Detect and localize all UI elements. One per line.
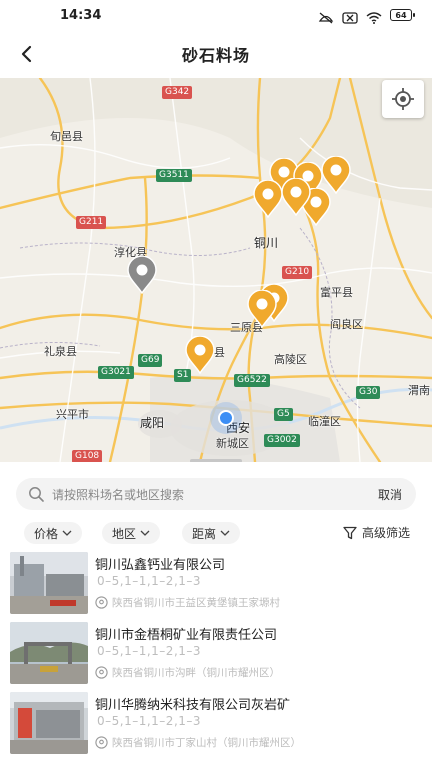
quarry-address: 陕西省铜川市王益区黄堡镇王家塬村 xyxy=(95,595,280,610)
road-shield: G211 xyxy=(76,216,107,229)
sim-off-icon xyxy=(342,9,358,24)
road-shield: G3511 xyxy=(156,169,192,182)
filter-label: 地区 xyxy=(112,526,137,541)
page-title: 砂石料场 xyxy=(181,46,250,65)
header: 砂石料场 xyxy=(0,30,432,78)
quarry-map-pin[interactable] xyxy=(246,290,278,328)
road-shield: G5 xyxy=(274,408,293,421)
location-icon xyxy=(95,596,108,609)
quarry-map-pin[interactable] xyxy=(280,178,312,216)
search-input[interactable]: 请按照料场名或地区搜索 xyxy=(52,486,184,503)
place-label: 富平县 xyxy=(320,286,353,299)
quarry-spec: 0–5,1–1,1–2,1–3 xyxy=(97,644,202,658)
address-text: 陕西省铜川市沟畔（铜川市耀州区） xyxy=(112,667,280,679)
place-label: 阎良区 xyxy=(330,318,363,331)
place-label: 高陵区 xyxy=(274,353,307,366)
current-location-marker xyxy=(218,410,234,426)
search-bar[interactable]: 请按照料场名或地区搜索 取消 xyxy=(16,478,416,510)
chevron-down-icon xyxy=(140,530,150,536)
road-shield: G3002 xyxy=(264,434,300,447)
results-sheet: 请按照料场名或地区搜索 取消 价格 地区 距离 高级筛选 铜川弘鑫钙业有限公司 … xyxy=(0,462,432,768)
advanced-filter-label: 高级筛选 xyxy=(361,526,410,540)
filter-funnel-icon xyxy=(343,526,357,539)
status-icons: 64 xyxy=(318,9,415,24)
place-label: 临潼区 xyxy=(308,415,341,428)
road-shield: G210 xyxy=(282,266,313,279)
location-icon xyxy=(95,666,108,679)
place-label: 旬邑县 xyxy=(50,130,83,143)
quarry-address: 陕西省铜川市丁家山村（铜川市耀州区） xyxy=(95,735,301,750)
filter-bar: 价格 地区 距离 高级筛选 xyxy=(0,522,432,544)
filter-label: 距离 xyxy=(192,526,217,541)
chevron-down-icon xyxy=(220,530,230,536)
filter-price[interactable]: 价格 xyxy=(24,522,83,544)
search-icon xyxy=(29,487,44,502)
quarry-spec: 0–5,1–1,1–2,1–3 xyxy=(97,574,202,588)
battery-icon: 64 xyxy=(390,9,415,21)
quarry-spec: 0–5,1–1,1–2,1–3 xyxy=(97,714,202,728)
place-label: 礼泉县 xyxy=(44,345,77,358)
advanced-filter-button[interactable]: 高级筛选 xyxy=(343,524,410,541)
locate-button[interactable] xyxy=(382,80,424,118)
filter-region[interactable]: 地区 xyxy=(102,522,161,544)
chevron-left-icon xyxy=(21,45,32,63)
road-shield: G108 xyxy=(72,450,103,462)
road-shield: G3021 xyxy=(98,366,134,379)
cancel-button[interactable]: 取消 xyxy=(378,486,402,503)
wifi-icon xyxy=(366,9,382,24)
place-label: 渭南 xyxy=(408,384,430,397)
mute-icon xyxy=(318,9,334,24)
list-item[interactable]: 铜川市金梧桐矿业有限责任公司 0–5,1–1,1–2,1–3 陕西省铜川市沟畔（… xyxy=(0,620,432,690)
road-shield: G342 xyxy=(162,86,193,99)
place-label: 新城区 xyxy=(216,437,249,450)
address-text: 陕西省铜川市丁家山村（铜川市耀州区） xyxy=(112,737,301,749)
filter-distance[interactable]: 距离 xyxy=(182,522,241,544)
place-label: 咸阳 xyxy=(140,416,165,430)
address-text: 陕西省铜川市王益区黄堡镇王家塬村 xyxy=(112,597,280,609)
status-bar: 14:34 64 xyxy=(0,0,432,30)
crosshair-icon xyxy=(392,88,414,110)
list-item[interactable]: 铜川华腾纳米科技有限公司灰岩矿 0–5,1–1,1–2,1–3 陕西省铜川市丁家… xyxy=(0,690,432,760)
place-label: 兴平市 xyxy=(56,408,89,421)
location-icon xyxy=(95,736,108,749)
quarry-photo xyxy=(10,552,88,614)
road-shield: G6522 xyxy=(234,374,270,387)
road-shield: G30 xyxy=(356,386,381,399)
quarry-name: 铜川弘鑫钙业有限公司 xyxy=(95,558,226,573)
quarry-photo xyxy=(10,692,88,754)
quarry-name: 铜川华腾纳米科技有限公司灰岩矿 xyxy=(95,698,291,713)
list-item[interactable]: 铜川弘鑫钙业有限公司 0–5,1–1,1–2,1–3 陕西省铜川市王益区黄堡镇王… xyxy=(0,550,432,620)
quarry-photo xyxy=(10,622,88,684)
back-button[interactable] xyxy=(12,40,40,68)
map-view[interactable]: 旬邑县 淳化县 铜川 富平县 阎良区 三原县 礼泉县 县 高陵区 咸阳 兴平市 … xyxy=(0,78,432,462)
status-time: 14:34 xyxy=(60,7,102,23)
place-label: 铜川 xyxy=(254,236,279,250)
quarry-map-pin[interactable] xyxy=(184,336,216,374)
inactive-map-pin[interactable] xyxy=(126,256,158,294)
quarry-address: 陕西省铜川市沟畔（铜川市耀州区） xyxy=(95,665,280,680)
chevron-down-icon xyxy=(62,530,72,536)
filter-label: 价格 xyxy=(34,526,59,541)
road-shield: G69 xyxy=(138,354,163,367)
quarry-name: 铜川市金梧桐矿业有限责任公司 xyxy=(95,628,278,643)
